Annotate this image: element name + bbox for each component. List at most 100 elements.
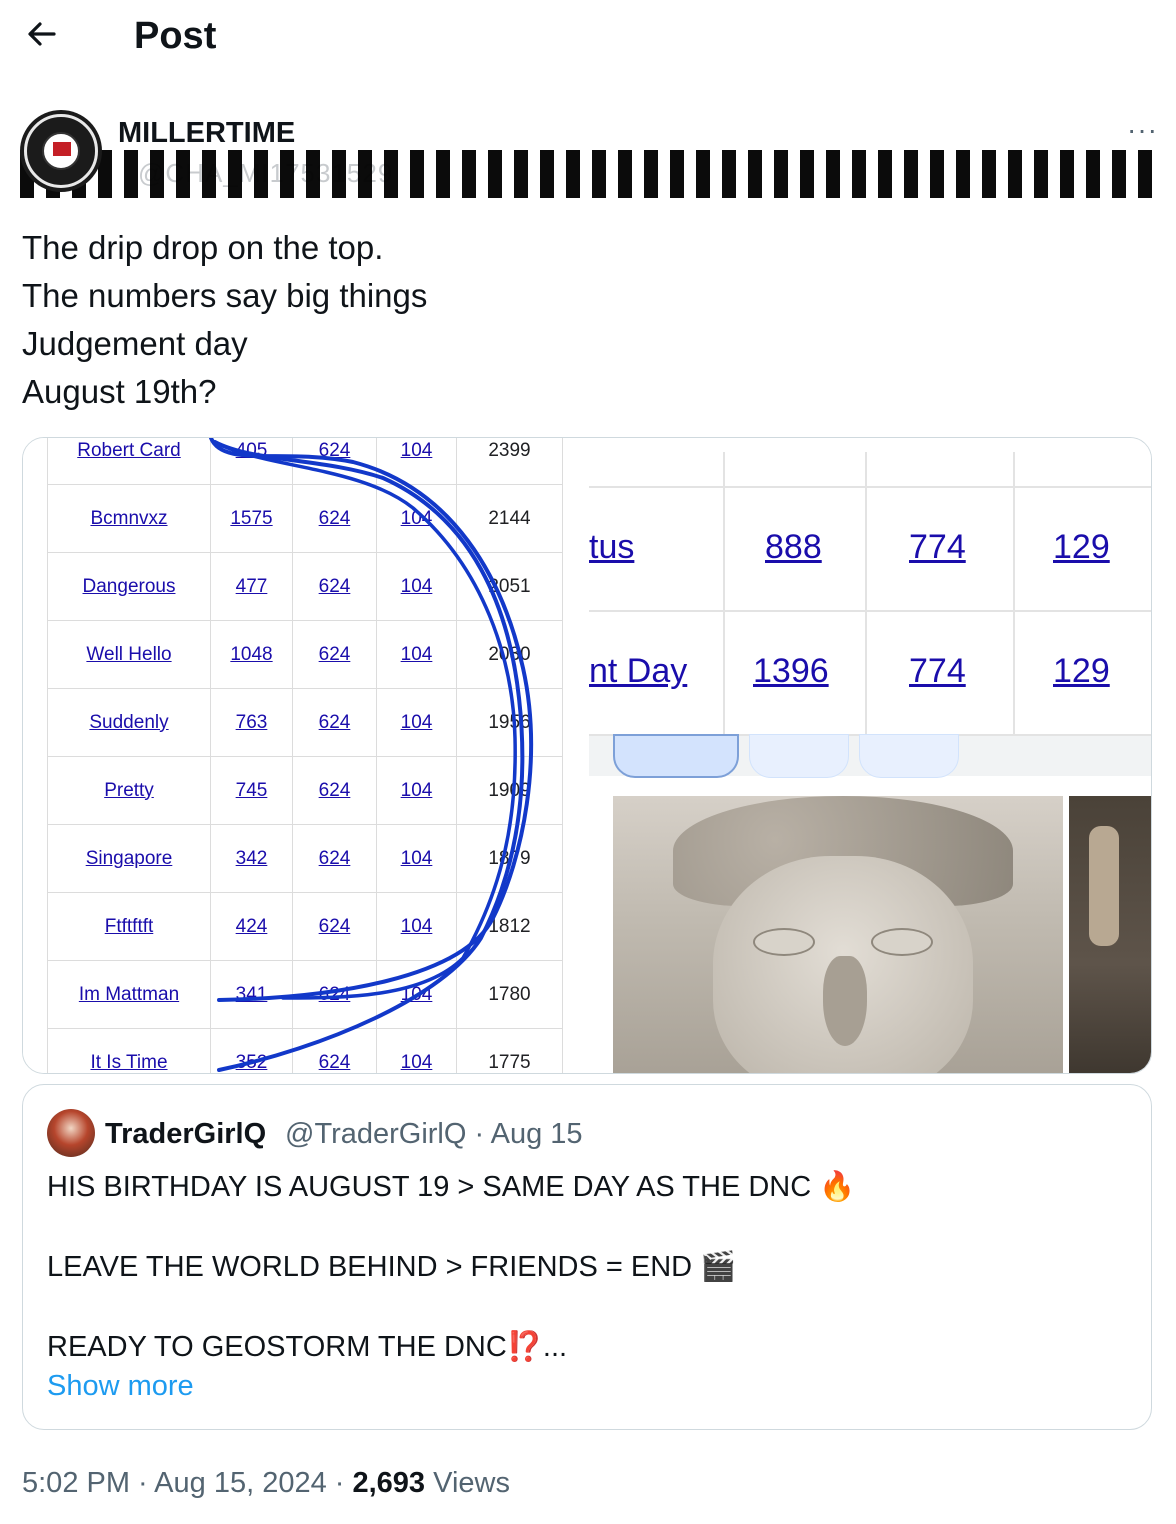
number-link: 624: [318, 847, 351, 869]
table-cell: 104: [376, 892, 457, 961]
name-link: It Is Time: [90, 1051, 168, 1073]
quote-line: READY TO GEOSTORM THE DNC⁉️...: [47, 1331, 568, 1363]
back-button[interactable]: [22, 14, 62, 54]
number-link: 104: [400, 983, 433, 1005]
table-cell: 104: [376, 960, 457, 1029]
chip-tab: [859, 734, 959, 778]
number-link: 624: [318, 711, 351, 733]
table-cell: Bcmnvxz: [47, 484, 211, 553]
quote-author-name[interactable]: TraderGirlQ: [105, 1117, 266, 1151]
table-cell: 104: [376, 824, 457, 893]
table-cell: Suddenly: [47, 688, 211, 757]
quote-text: HIS BIRTHDAY IS AUGUST 19 > SAME DAY AS …: [47, 1167, 855, 1367]
quoted-post[interactable]: TraderGirlQ @TraderGirlQ · Aug 15 HIS BI…: [22, 1084, 1152, 1430]
number-link: 745: [235, 779, 268, 801]
right-table-row: nt Day 1396 774 129: [589, 610, 1151, 734]
table-cell: 1775: [456, 1028, 563, 1073]
table-cell: 104: [376, 1028, 457, 1073]
statue-bust-image: [613, 796, 1063, 1073]
chip-tab: [613, 734, 739, 778]
media-image-table[interactable]: Robert Card 405 624 104 2399 Bcmnvxz 1575 624 10…: [23, 438, 583, 1073]
table-cell: 424: [210, 892, 293, 961]
quote-avatar[interactable]: [47, 1109, 95, 1157]
post-timestamp: 5:02 PM · Aug 15, 2024 · 2,693 Views: [22, 1466, 510, 1500]
table-cell: 624: [292, 438, 377, 485]
name-link: Pretty: [104, 779, 154, 801]
show-more-link[interactable]: Show more: [47, 1369, 194, 1403]
number-link: 104: [400, 439, 433, 461]
table-cell: 1956: [456, 688, 563, 757]
number-link: 624: [318, 1051, 351, 1073]
table-cell: 624: [292, 1028, 377, 1073]
right-table-row: tus 888 774 129: [589, 486, 1151, 610]
name-link: Suddenly: [89, 711, 169, 733]
right-numbers-table: tus 888 774 129 nt Day 1396 774 129: [589, 452, 1151, 736]
statue-nose: [823, 956, 867, 1046]
top-bar: Post: [0, 0, 1176, 76]
right-table-cell: 129: [1053, 652, 1110, 690]
table-cell: 2030: [456, 620, 563, 689]
number-link: 763: [235, 711, 268, 733]
table-row: Dangerous 477 624 104 2051: [47, 552, 563, 621]
number-link: 624: [318, 575, 351, 597]
right-table-cell: nt Day: [589, 652, 688, 690]
right-table-cell: tus: [589, 528, 635, 566]
post-author: @CHA_MI17531529 MILLERTIME ···: [20, 110, 1160, 198]
table-row: Bcmnvxz 1575 624 104 2144: [47, 484, 563, 553]
right-table-cell: 888: [765, 528, 822, 566]
number-link: 624: [318, 507, 351, 529]
table-cell: 624: [292, 552, 377, 621]
post-line: The drip drop on the top.: [22, 229, 384, 266]
timestamp-time[interactable]: 5:02 PM · Aug 15, 2024 ·: [22, 1467, 352, 1499]
table-cell: 1575: [210, 484, 293, 553]
page-title: Post: [134, 15, 217, 57]
table-cell: 341: [210, 960, 293, 1029]
number-link: 1048: [230, 643, 273, 665]
more-options-button[interactable]: ···: [1127, 116, 1158, 144]
media-image-collage[interactable]: tus 888 774 129 nt Day 1396 774 129: [589, 438, 1151, 1073]
table-cell: 624: [292, 484, 377, 553]
number-link: 477: [235, 575, 268, 597]
statue-face: [713, 856, 973, 1073]
table-cell: 1780: [456, 960, 563, 1029]
table-cell: It Is Time: [47, 1028, 211, 1073]
table-row: Im Mattman 341 624 104 1780: [47, 960, 563, 1029]
table-cell: 624: [292, 960, 377, 1029]
table-cell: 624: [292, 688, 377, 757]
table-row: Pretty 745 624 104 1909: [47, 756, 563, 825]
right-table-cell: 774: [909, 652, 966, 690]
number-link: 405: [235, 439, 268, 461]
table-cell: Pretty: [47, 756, 211, 825]
table-cell: 104: [376, 438, 457, 485]
name-link: Robert Card: [77, 439, 181, 461]
number-link: 624: [318, 915, 351, 937]
number-link: 342: [235, 847, 268, 869]
table-cell: 352: [210, 1028, 293, 1073]
table-cell: 624: [292, 824, 377, 893]
table-cell: 104: [376, 484, 457, 553]
table-row: Well Hello 1048 624 104 2030: [47, 620, 563, 689]
author-handle[interactable]: @CHA_MI17531529: [138, 158, 393, 189]
number-link: 341: [235, 983, 268, 1005]
table-cell: Dangerous: [47, 552, 211, 621]
table-cell: 2051: [456, 552, 563, 621]
table-cell: 624: [292, 892, 377, 961]
post-line: Judgement day: [22, 325, 248, 362]
avatar[interactable]: [20, 110, 102, 192]
number-link: 104: [400, 779, 433, 801]
table-cell: 2399: [456, 438, 563, 485]
right-table-cell: 774: [909, 528, 966, 566]
post-media[interactable]: Robert Card 405 624 104 2399 Bcmnvxz 1575 624 10…: [22, 437, 1152, 1074]
number-link: 424: [235, 915, 268, 937]
table-cell: Robert Card: [47, 438, 211, 485]
post-line: The numbers say big things: [22, 277, 428, 314]
table-row: Ftftftft 424 624 104 1812: [47, 892, 563, 961]
chip-tab: [749, 734, 849, 778]
number-link: 104: [400, 847, 433, 869]
number-link: 624: [318, 779, 351, 801]
author-display-name[interactable]: MILLERTIME: [118, 116, 295, 150]
table-cell: 104: [376, 552, 457, 621]
number-link: 1575: [230, 507, 273, 529]
table-cell: 745: [210, 756, 293, 825]
number-link: 624: [318, 643, 351, 665]
